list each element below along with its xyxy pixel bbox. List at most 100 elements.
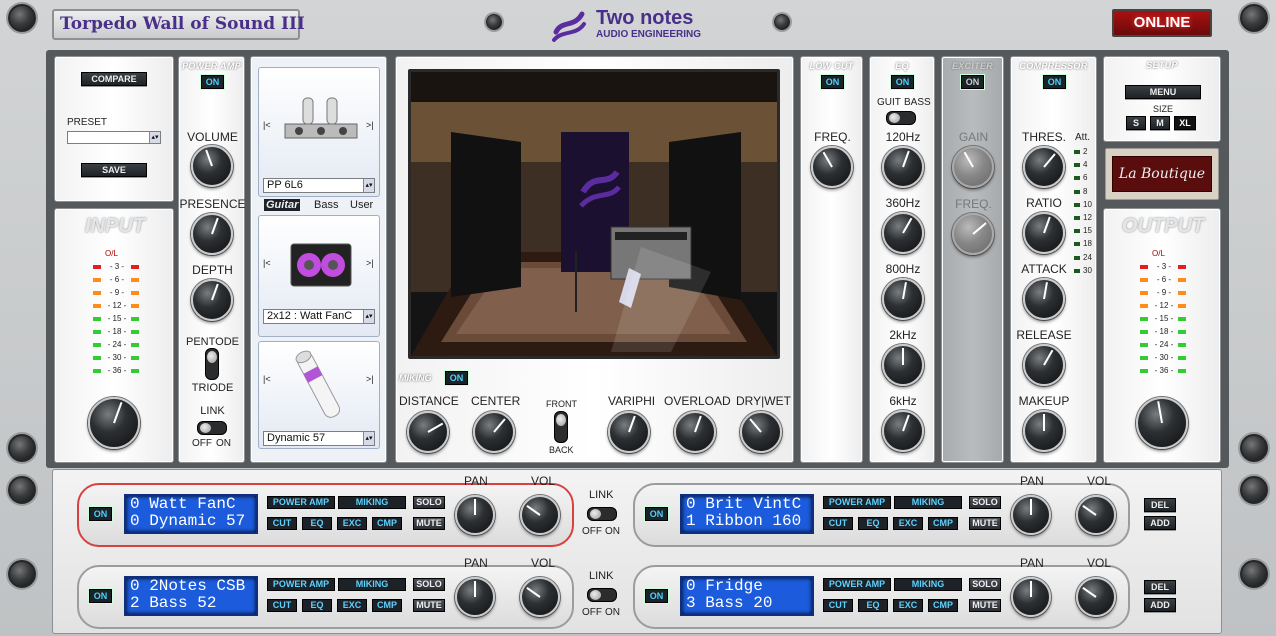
compressor-attack-knob[interactable]	[1023, 278, 1065, 320]
slot-link-switch[interactable]	[587, 588, 617, 602]
slot-vol-knob[interactable]	[1076, 495, 1116, 535]
slot-add-button[interactable]: ADD	[1144, 598, 1176, 612]
power-amp-on-button[interactable]: ON	[201, 75, 224, 89]
slot-mute-button[interactable]: MUTE	[413, 517, 445, 530]
slot-exc-toggle[interactable]: EXC	[893, 517, 923, 530]
slot-add-button[interactable]: ADD	[1144, 516, 1176, 530]
exciter-gain-knob[interactable]	[952, 146, 994, 188]
eq-band-knob[interactable]	[882, 344, 924, 386]
output-gain-knob[interactable]	[1136, 397, 1188, 449]
slot-power-amp-toggle[interactable]: POWER AMP	[267, 496, 335, 509]
slot-solo-button[interactable]: SOLO	[969, 578, 1001, 591]
overload-knob[interactable]	[674, 411, 716, 453]
slot-link-switch[interactable]	[587, 507, 617, 521]
slot-cut-toggle[interactable]: CUT	[267, 599, 297, 612]
slot-vol-knob[interactable]	[520, 495, 560, 535]
compare-button[interactable]: COMPARE	[81, 72, 147, 86]
amp-select[interactable]: PP 6L6 ▴▾	[263, 178, 375, 193]
size-m-button[interactable]: M	[1150, 116, 1170, 130]
slot-vol-knob[interactable]	[520, 577, 560, 617]
slot-mute-button[interactable]: MUTE	[969, 517, 1001, 530]
slot-vol-knob[interactable]	[1076, 577, 1116, 617]
slot-exc-toggle[interactable]: EXC	[893, 599, 923, 612]
slot-cmp-toggle[interactable]: CMP	[372, 599, 402, 612]
exciter-freq-knob[interactable]	[952, 213, 994, 255]
slot-del-button[interactable]: DEL	[1144, 498, 1176, 512]
slot-on-button[interactable]: ON	[89, 589, 112, 603]
slot-pan-knob[interactable]	[1011, 495, 1051, 535]
slot-cmp-toggle[interactable]: CMP	[928, 517, 958, 530]
compressor-on-button[interactable]: ON	[1043, 75, 1066, 89]
slot-power-amp-toggle[interactable]: POWER AMP	[267, 578, 335, 591]
channel-slot[interactable]: ON 0 Watt FanC 0 Dynamic 57 POWER AMP MIKING…	[77, 474, 574, 547]
slot-power-amp-toggle[interactable]: POWER AMP	[823, 578, 891, 591]
eq-band-knob[interactable]	[882, 410, 924, 452]
preset-select[interactable]: ▴▾	[67, 131, 161, 144]
la-boutique-logo[interactable]: La Boutique	[1105, 148, 1219, 200]
variphi-knob[interactable]	[608, 411, 650, 453]
cab-next-button[interactable]: >|	[366, 258, 374, 268]
eq-band-knob[interactable]	[882, 146, 924, 188]
save-button[interactable]: SAVE	[81, 163, 147, 177]
slot-miking-toggle[interactable]: MIKING	[338, 496, 406, 509]
front-back-switch[interactable]	[554, 411, 568, 443]
slot-exc-toggle[interactable]: EXC	[337, 599, 367, 612]
compressor-ratio-knob[interactable]	[1023, 212, 1065, 254]
compressor-release-knob[interactable]	[1023, 344, 1065, 386]
eq-on-button[interactable]: ON	[891, 75, 914, 89]
mic-next-button[interactable]: >|	[366, 374, 374, 384]
compressor-makeup-knob[interactable]	[1023, 410, 1065, 452]
mic-prev-button[interactable]: |<	[263, 374, 271, 384]
depth-knob[interactable]	[191, 279, 233, 321]
eq-band-knob[interactable]	[882, 212, 924, 254]
slot-mute-button[interactable]: MUTE	[969, 599, 1001, 612]
tab-user[interactable]: User	[350, 199, 373, 211]
center-knob[interactable]	[473, 411, 515, 453]
room-view[interactable]	[408, 69, 780, 359]
distance-knob[interactable]	[407, 411, 449, 453]
presence-knob[interactable]	[191, 213, 233, 255]
low-cut-on-button[interactable]: ON	[821, 75, 844, 89]
slot-cmp-toggle[interactable]: CMP	[928, 599, 958, 612]
slot-mute-button[interactable]: MUTE	[413, 599, 445, 612]
slot-cut-toggle[interactable]: CUT	[823, 517, 853, 530]
slot-eq-toggle[interactable]: EQ	[858, 517, 888, 530]
slot-miking-toggle[interactable]: MIKING	[894, 496, 962, 509]
eq-mode-switch[interactable]	[886, 111, 916, 125]
online-status-button[interactable]: ONLINE	[1112, 9, 1212, 37]
size-xl-button[interactable]: XL	[1174, 116, 1196, 130]
slot-miking-toggle[interactable]: MIKING	[894, 578, 962, 591]
slot-on-button[interactable]: ON	[645, 507, 668, 521]
slot-cmp-toggle[interactable]: CMP	[372, 517, 402, 530]
channel-slot[interactable]: ON 0 Brit VintC 1 Ribbon 160 POWER AMP MIKIN…	[633, 474, 1130, 547]
slot-eq-toggle[interactable]: EQ	[858, 599, 888, 612]
low-cut-freq-knob[interactable]	[811, 146, 853, 188]
miking-on-button[interactable]: ON	[445, 371, 468, 385]
slot-solo-button[interactable]: SOLO	[413, 496, 445, 509]
tab-guitar[interactable]: Guitar	[264, 199, 301, 211]
slot-power-amp-toggle[interactable]: POWER AMP	[823, 496, 891, 509]
amp-prev-button[interactable]: |<	[263, 120, 271, 130]
slot-eq-toggle[interactable]: EQ	[302, 599, 332, 612]
channel-slot[interactable]: ON 0 Fridge 3 Bass 20 POWER AMP MIKING SOLO CU…	[633, 556, 1130, 629]
mic-select[interactable]: Dynamic 57 ▴▾	[263, 431, 375, 446]
slot-solo-button[interactable]: SOLO	[969, 496, 1001, 509]
size-s-button[interactable]: S	[1126, 116, 1146, 130]
slot-eq-toggle[interactable]: EQ	[302, 517, 332, 530]
link-switch[interactable]	[197, 421, 227, 435]
tab-bass[interactable]: Bass	[314, 199, 338, 211]
cab-select[interactable]: 2x12 : Watt FanC ▴▾	[263, 309, 375, 324]
slot-solo-button[interactable]: SOLO	[413, 578, 445, 591]
cab-prev-button[interactable]: |<	[263, 258, 271, 268]
slot-pan-knob[interactable]	[1011, 577, 1051, 617]
input-gain-knob[interactable]	[88, 397, 140, 449]
slot-pan-knob[interactable]	[455, 577, 495, 617]
channel-slot[interactable]: ON 0 2Notes CSB 2 Bass 52 POWER AMP MIKING SO…	[77, 556, 574, 629]
eq-band-knob[interactable]	[882, 278, 924, 320]
exciter-on-button[interactable]: ON	[961, 75, 984, 89]
compressor-thres-knob[interactable]	[1023, 146, 1065, 188]
slot-exc-toggle[interactable]: EXC	[337, 517, 367, 530]
slot-del-button[interactable]: DEL	[1144, 580, 1176, 594]
slot-on-button[interactable]: ON	[645, 589, 668, 603]
slot-on-button[interactable]: ON	[89, 507, 112, 521]
